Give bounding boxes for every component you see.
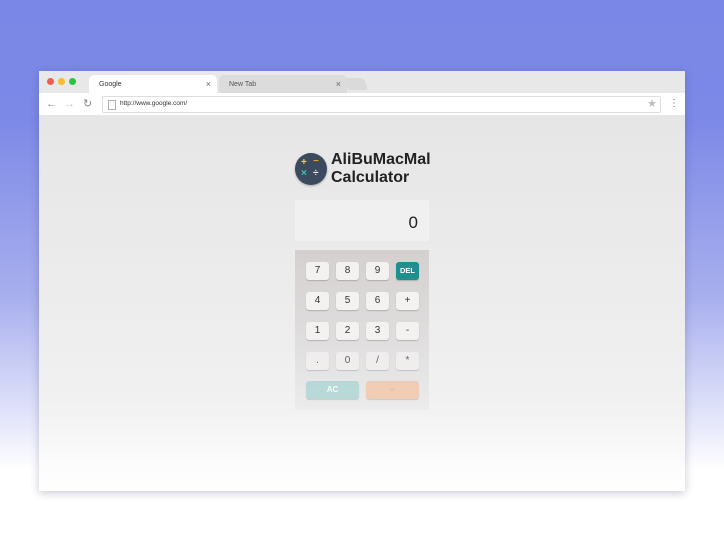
reload-icon[interactable]: ↻ — [83, 97, 92, 111]
multiply-button[interactable]: * — [396, 352, 419, 370]
times-icon: × — [301, 168, 307, 179]
browser-window: Google × New Tab × ← → ↻ http://www.goog… — [39, 71, 685, 491]
keypad: 7 8 9 DEL 4 5 6 + 1 2 3 - . 0 / * AC = — [295, 250, 429, 410]
key-0[interactable]: 0 — [336, 352, 359, 370]
delete-button[interactable]: DEL — [396, 262, 419, 280]
equals-button[interactable]: = — [366, 381, 419, 399]
key-2[interactable]: 2 — [336, 322, 359, 340]
divide-icon: ÷ — [313, 168, 319, 179]
address-bar: ← → ↻ http://www.google.com/ ★ ⋮ — [39, 93, 685, 116]
key-4[interactable]: 4 — [306, 292, 329, 310]
tab-label: Google — [99, 81, 122, 88]
all-clear-button[interactable]: AC — [306, 381, 359, 399]
url-input[interactable]: http://www.google.com/ ★ — [102, 96, 661, 113]
key-3[interactable]: 3 — [366, 322, 389, 340]
forward-arrow-icon[interactable]: → — [64, 97, 75, 111]
key-5[interactable]: 5 — [336, 292, 359, 310]
calculator-logo-icon: + − × ÷ — [295, 153, 327, 185]
page-icon — [108, 100, 116, 110]
back-arrow-icon[interactable]: ← — [46, 97, 57, 111]
key-7[interactable]: 7 — [306, 262, 329, 280]
close-tab-icon[interactable]: × — [206, 79, 211, 89]
close-tab-icon[interactable]: × — [336, 79, 341, 89]
tab-google[interactable]: Google × — [89, 75, 217, 93]
browser-menu-icon[interactable]: ⋮ — [669, 97, 679, 111]
minimize-window-dot[interactable] — [58, 78, 65, 85]
tab-bar: Google × New Tab × — [39, 71, 685, 93]
maximize-window-dot[interactable] — [69, 78, 76, 85]
calculator-display: 0 — [295, 200, 429, 241]
tab-new-tab[interactable]: New Tab × — [219, 75, 347, 93]
bookmark-star-icon[interactable]: ★ — [647, 97, 657, 111]
plus-icon: + — [301, 157, 307, 168]
new-tab-button[interactable] — [343, 78, 369, 90]
url-text: http://www.google.com/ — [120, 100, 188, 107]
plus-button[interactable]: + — [396, 292, 419, 310]
page-content: + − × ÷ AliBuMacMal Calculator 0 7 8 9 D… — [39, 115, 685, 491]
key-6[interactable]: 6 — [366, 292, 389, 310]
tab-label: New Tab — [229, 81, 257, 88]
key-1[interactable]: 1 — [306, 322, 329, 340]
app-title-line1: AliBuMacMal — [331, 151, 431, 168]
decimal-button[interactable]: . — [306, 352, 329, 370]
divide-button[interactable]: / — [366, 352, 389, 370]
key-9[interactable]: 9 — [366, 262, 389, 280]
key-8[interactable]: 8 — [336, 262, 359, 280]
app-title: AliBuMacMal Calculator — [331, 151, 471, 187]
display-value: 0 — [408, 213, 418, 232]
minus-icon: − — [313, 156, 319, 167]
minus-button[interactable]: - — [396, 322, 419, 340]
app-title-line2: Calculator — [331, 169, 410, 186]
close-window-dot[interactable] — [47, 78, 54, 85]
